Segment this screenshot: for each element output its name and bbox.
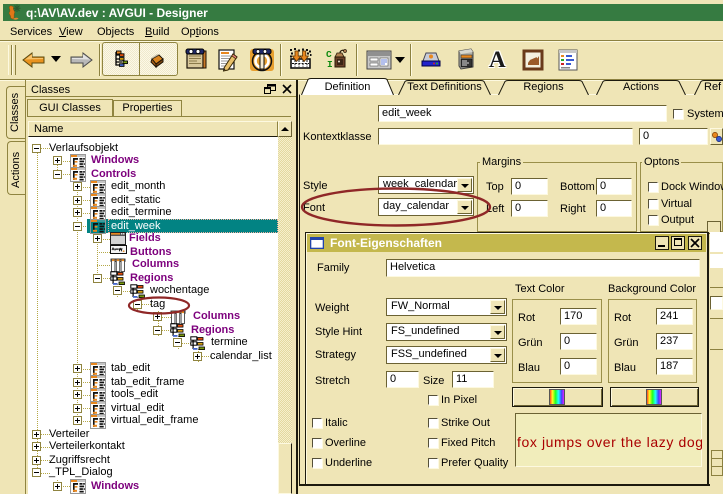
svg-text:I: I xyxy=(327,59,333,69)
